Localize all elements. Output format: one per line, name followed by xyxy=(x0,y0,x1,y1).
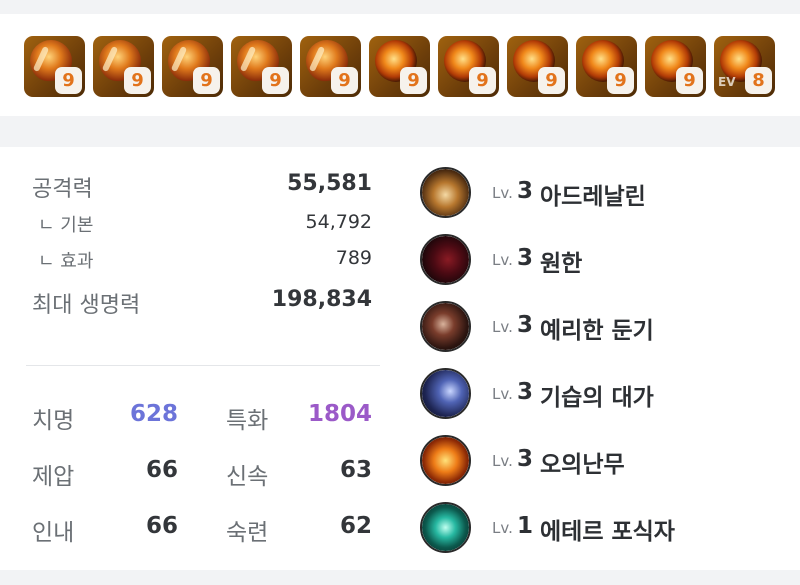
crit-value: 628 xyxy=(129,401,178,427)
attack-base-value: 54,792 xyxy=(305,211,372,233)
attack-block: 공격력 55,581 ㄴ 기본 54,792 ㄴ 효과 789 최대 생명력 1… xyxy=(32,167,372,321)
gem-slot[interactable]: 9 xyxy=(438,36,499,97)
combat-stats: 치명 628 특화 1804 제압 66 신속 63 인내 66 숙련 62 xyxy=(32,401,372,569)
gem-level: 9 xyxy=(124,67,151,94)
stats-panel: 공격력 55,581 ㄴ 기본 54,792 ㄴ 효과 789 최대 생명력 1… xyxy=(0,147,800,570)
expertise-value: 62 xyxy=(339,513,372,539)
gem-level: 9 xyxy=(55,67,82,94)
engraving-level-prefix: Lv. xyxy=(492,385,513,403)
engraving-name: 원한 xyxy=(540,251,583,277)
endurance-label: 인내 xyxy=(32,520,75,546)
hp-label: 최대 생명력 xyxy=(32,293,141,318)
engraving-level: 3 xyxy=(517,312,534,338)
engraving-level-prefix: Lv. xyxy=(492,184,513,202)
expertise-label: 숙련 xyxy=(226,520,269,546)
gem-level: 9 xyxy=(607,67,634,94)
gem-level: 8 xyxy=(745,67,772,94)
attack-row: 공격력 55,581 xyxy=(32,167,372,205)
esoteric-flurry-icon xyxy=(420,435,471,486)
gem-level: 9 xyxy=(262,67,289,94)
engraving-level: 3 xyxy=(517,446,534,472)
engraving-level: 1 xyxy=(517,513,534,539)
swiftness-label: 신속 xyxy=(226,464,269,490)
combat-stat-row: 제압 66 신속 63 xyxy=(32,457,372,513)
gem-slot[interactable]: 9 xyxy=(231,36,292,97)
attack-base-label: ㄴ 기본 xyxy=(38,215,94,236)
engraving-name: 예리한 둔기 xyxy=(540,318,654,344)
engraving-level: 3 xyxy=(517,178,534,204)
attack-label: 공격력 xyxy=(32,177,93,202)
engraving-level-prefix: Lv. xyxy=(492,519,513,537)
hp-value: 198,834 xyxy=(271,287,372,312)
gem-slot[interactable]: 9 xyxy=(645,36,706,97)
divider xyxy=(26,365,380,366)
gem-panel: 9 9 9 9 9 9 9 9 9 9 EV 8 xyxy=(0,14,800,116)
gem-slot[interactable]: 9 xyxy=(576,36,637,97)
combat-stat-row: 치명 628 특화 1804 xyxy=(32,401,372,457)
attack-effect-label: ㄴ 효과 xyxy=(38,251,94,272)
gem-list: 9 9 9 9 9 9 9 9 9 9 EV 8 xyxy=(24,36,775,97)
engraving-name: 에테르 포식자 xyxy=(540,519,675,545)
engraving-name: 기습의 대가 xyxy=(540,385,654,411)
swiftness-value: 63 xyxy=(339,457,372,483)
crit-label: 치명 xyxy=(32,408,75,434)
gem-slot[interactable]: 9 xyxy=(369,36,430,97)
gem-level: 9 xyxy=(331,67,358,94)
engraving-level: 3 xyxy=(517,379,534,405)
keen-blunt-weapon-icon xyxy=(420,301,471,352)
gem-level: 9 xyxy=(538,67,565,94)
gem-slot[interactable]: 9 xyxy=(93,36,154,97)
grudge-icon xyxy=(420,234,471,285)
engraving-item[interactable]: Lv. 1 에테르 포식자 xyxy=(419,502,779,569)
gem-slot[interactable]: 9 xyxy=(300,36,361,97)
engraving-list: Lv. 3 아드레날린 Lv. 3 원한 Lv. 3 예리한 둔기 Lv. 3 … xyxy=(419,167,779,569)
master-of-ambush-icon xyxy=(420,368,471,419)
gem-level: 9 xyxy=(193,67,220,94)
engraving-item[interactable]: Lv. 3 원한 xyxy=(419,234,779,301)
combat-stat-row: 인내 66 숙련 62 xyxy=(32,513,372,569)
gem-level: 9 xyxy=(400,67,427,94)
attack-value: 55,581 xyxy=(287,171,372,196)
spec-label: 특화 xyxy=(226,408,269,434)
endurance-value: 66 xyxy=(145,513,178,539)
engraving-level: 3 xyxy=(517,245,534,271)
gem-slot[interactable]: 9 xyxy=(162,36,223,97)
engraving-item[interactable]: Lv. 3 오의난무 xyxy=(419,435,779,502)
spec-value: 1804 xyxy=(307,401,372,427)
domination-value: 66 xyxy=(145,457,178,483)
adrenaline-icon xyxy=(420,167,471,218)
gem-slot[interactable]: 9 xyxy=(24,36,85,97)
attack-effect-row: ㄴ 효과 789 xyxy=(32,241,372,277)
engraving-item[interactable]: Lv. 3 기습의 대가 xyxy=(419,368,779,435)
engraving-item[interactable]: Lv. 3 아드레날린 xyxy=(419,167,779,234)
domination-label: 제압 xyxy=(32,464,75,490)
attack-effect-value: 789 xyxy=(335,247,372,269)
gem-slot[interactable]: 9 xyxy=(507,36,568,97)
engraving-item[interactable]: Lv. 3 예리한 둔기 xyxy=(419,301,779,368)
gem-badge: EV xyxy=(718,75,736,89)
engraving-name: 오의난무 xyxy=(540,452,625,478)
gem-level: 9 xyxy=(676,67,703,94)
attack-base-row: ㄴ 기본 54,792 xyxy=(32,205,372,241)
ether-predator-icon xyxy=(420,502,471,553)
engraving-level-prefix: Lv. xyxy=(492,318,513,336)
engraving-level-prefix: Lv. xyxy=(492,251,513,269)
gem-slot[interactable]: EV 8 xyxy=(714,36,775,97)
gem-level: 9 xyxy=(469,67,496,94)
engraving-level-prefix: Lv. xyxy=(492,452,513,470)
hp-row: 최대 생명력 198,834 xyxy=(32,283,372,321)
engraving-name: 아드레날린 xyxy=(540,184,646,210)
